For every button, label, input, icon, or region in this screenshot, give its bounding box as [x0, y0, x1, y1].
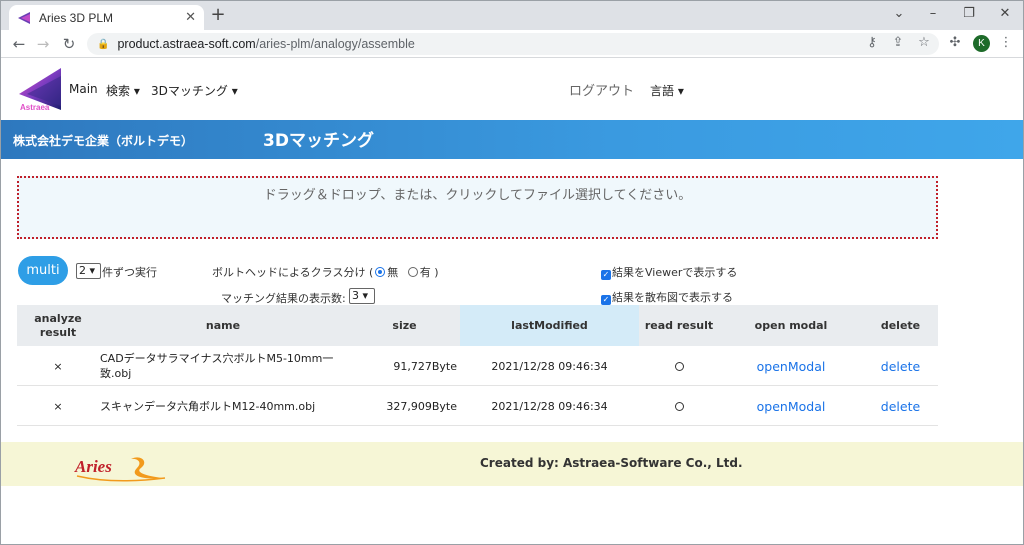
browser-tab[interactable]: Aries 3D PLM ✕: [9, 5, 204, 30]
col-read-result[interactable]: read result: [639, 305, 719, 346]
page-footer: Aries Created by: Astraea-Software Co., …: [1, 442, 1023, 486]
col-analyze-result[interactable]: analyze result: [17, 305, 99, 346]
analyze-status: ×: [53, 399, 63, 413]
window-close-icon[interactable]: ✕: [987, 1, 1023, 30]
forward-icon[interactable]: →: [33, 34, 53, 54]
svg-text:Astraea: Astraea: [20, 103, 50, 112]
col-delete[interactable]: delete: [863, 305, 938, 346]
drop-zone-instructions: ドラッグ＆ドロップ、または、クリックしてファイル選択してください。: [263, 188, 692, 203]
class-split-option: ボルトヘッドによるクラス分け ( 無 有 ): [212, 264, 439, 280]
file-name: CADデータサラマイナス穴ボルトM5-10mm一致.obj: [100, 352, 334, 380]
nav-logout[interactable]: ログアウト: [569, 80, 634, 99]
bookmark-star-icon[interactable]: ☆: [915, 33, 933, 53]
app-favicon-icon: [18, 11, 30, 24]
back-icon[interactable]: ←: [9, 34, 29, 54]
tab-close-icon[interactable]: ✕: [185, 10, 196, 25]
file-table: analyze result name size lastModified re…: [17, 305, 938, 426]
app-navbar: Astraea Main 検索 ▾ 3Dマッチング ▾ ログアウト 言語 ▾: [1, 58, 1023, 120]
page-banner: 株式会社デモ企業（ボルトデモ） 3Dマッチング: [1, 120, 1023, 159]
nav-main[interactable]: Main: [69, 82, 98, 96]
col-last-modified[interactable]: lastModified: [460, 305, 639, 346]
radio-none-label: 無: [387, 266, 399, 279]
read-result-indicator: [639, 386, 719, 426]
profile-avatar[interactable]: K: [973, 35, 990, 52]
class-split-label: ボルトヘッドによるクラス分け (: [212, 266, 374, 279]
extensions-icon[interactable]: ✣: [946, 33, 964, 53]
company-name: 株式会社デモ企業（ボルトデモ）: [13, 134, 194, 148]
minimize-icon[interactable]: –: [915, 1, 951, 30]
menu-kebab-icon[interactable]: ⋮: [997, 33, 1015, 53]
page-title: 3Dマッチング: [263, 131, 374, 151]
read-result-circle-icon: [674, 361, 684, 371]
last-modified: 2021/12/28 09:46:34: [491, 399, 608, 413]
col-name[interactable]: name: [99, 305, 347, 346]
browser-tab-bar: Aries 3D PLM ✕ + ⌄ – ❐ ✕: [1, 1, 1023, 30]
table-header: analyze result name size lastModified re…: [17, 305, 938, 346]
file-drop-zone[interactable]: ドラッグ＆ドロップ、または、クリックしてファイル選択してください。: [17, 176, 938, 239]
address-bar[interactable]: 🔒 product.astraea-soft.com/aries-plm/ana…: [87, 33, 939, 55]
tab-search-icon[interactable]: ⌄: [881, 1, 917, 30]
file-name: スキャンデータ六角ボルトM12-40mm.obj: [100, 400, 316, 413]
file-size: 91,727Byte: [393, 359, 457, 373]
col-size[interactable]: size: [347, 305, 462, 346]
table-row: × スキャンデータ六角ボルトM12-40mm.obj 327,909Byte 2…: [17, 386, 938, 426]
radio-yes[interactable]: [407, 267, 418, 277]
url-text: product.astraea-soft.com/aries-plm/analo…: [117, 37, 415, 51]
delete-link[interactable]: delete: [863, 386, 938, 426]
viewer-checkbox[interactable]: ✓: [601, 270, 611, 280]
astraea-logo[interactable]: Astraea: [17, 66, 63, 112]
display-count-select[interactable]: 3 ▾: [349, 288, 375, 304]
display-count-label: マッチング結果の表示数:: [221, 292, 346, 305]
multi-button[interactable]: multi: [18, 256, 68, 285]
scatter-option[interactable]: ✓ 結果を散布図で表示する: [601, 289, 733, 305]
last-modified: 2021/12/28 09:46:34: [491, 359, 608, 373]
footer-credit: Created by: Astraea-Software Co., Ltd.: [480, 456, 743, 470]
file-size: 327,909Byte: [386, 399, 457, 413]
nav-search-dropdown[interactable]: 検索 ▾: [106, 82, 140, 99]
restore-icon[interactable]: ❐: [951, 1, 987, 30]
delete-link[interactable]: delete: [863, 346, 938, 386]
aries-logo: Aries: [74, 457, 166, 482]
new-tab-icon[interactable]: +: [208, 5, 228, 25]
col-open-modal[interactable]: open modal: [719, 305, 863, 346]
nav-language-dropdown[interactable]: 言語 ▾: [650, 82, 684, 99]
browser-toolbar: ← → ↻ 🔒 product.astraea-soft.com/aries-p…: [1, 30, 1023, 58]
scatter-checkbox[interactable]: ✓: [601, 295, 611, 305]
reload-icon[interactable]: ↻: [59, 34, 79, 54]
per-run-suffix: 件ずつ実行: [102, 266, 157, 279]
lock-icon: 🔒: [97, 38, 110, 50]
key-icon[interactable]: ⚷: [863, 33, 881, 53]
open-modal-link[interactable]: openModal: [719, 386, 863, 426]
tab-title: Aries 3D PLM: [39, 10, 114, 25]
per-run-select[interactable]: 2 ▾: [76, 263, 101, 279]
analyze-status: ×: [53, 359, 63, 373]
read-result-indicator: [639, 346, 719, 386]
nav-3d-matching-dropdown[interactable]: 3Dマッチング ▾: [151, 82, 238, 99]
share-icon[interactable]: ⇪: [889, 33, 907, 53]
svg-text:Aries: Aries: [74, 457, 112, 476]
open-modal-link[interactable]: openModal: [719, 346, 863, 386]
read-result-circle-icon: [674, 401, 684, 411]
radio-none[interactable]: [375, 267, 386, 277]
table-row: × CADデータサラマイナス穴ボルトM5-10mm一致.obj 91,727By…: [17, 346, 938, 386]
viewer-option[interactable]: ✓ 結果をViewerで表示する: [601, 264, 737, 280]
radio-yes-label: 有 ): [419, 266, 439, 279]
